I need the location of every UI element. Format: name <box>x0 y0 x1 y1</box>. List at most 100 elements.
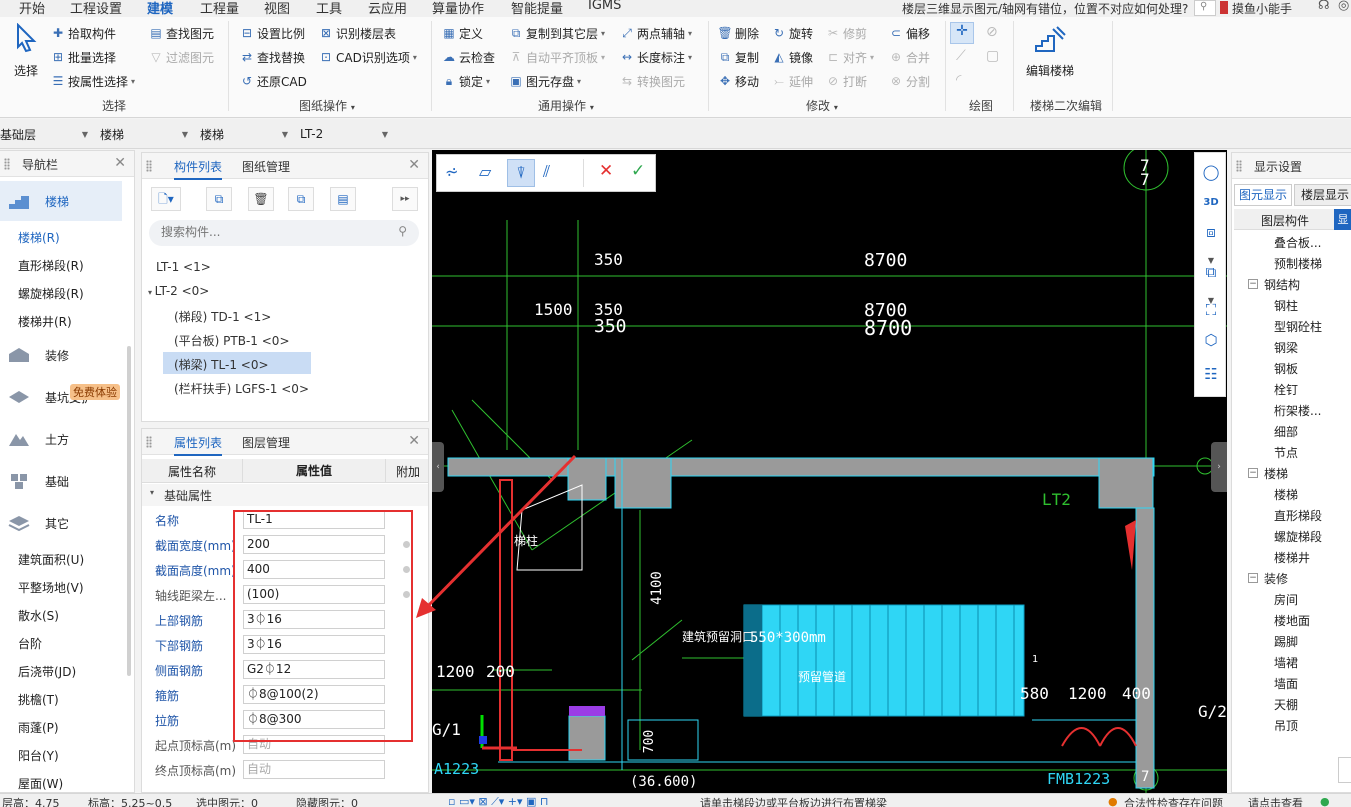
drag-handle[interactable] <box>146 436 152 448</box>
delete-button[interactable]: 🗑︎ 删除 <box>717 24 759 42</box>
status-check-link[interactable]: 请点击查看 <box>1248 795 1303 807</box>
nav-category-stairs[interactable]: 楼梯 <box>0 181 122 221</box>
copy-button[interactable]: ⧉ 复制 <box>718 48 759 66</box>
nav-item-building-area[interactable]: 建筑面积(U) <box>18 551 84 568</box>
nav-item-steps[interactable]: 台阶 <box>18 635 42 652</box>
nav-item-site-leveling[interactable]: 平整场地(V) <box>18 579 84 596</box>
category-select[interactable]: 楼梯 ▼ <box>100 125 192 143</box>
fit-view-icon[interactable]: ⛶ <box>1200 299 1222 321</box>
display-item[interactable]: 桁架楼... <box>1274 402 1321 419</box>
auto-align-top-button[interactable]: ⊼ 自动平齐顶板 ▾ <box>509 48 605 66</box>
trash-icon[interactable]: 🗑︎ <box>248 187 274 211</box>
nav-item-straight-flight[interactable]: 直形梯段(R) <box>18 257 84 274</box>
restore-cad-button[interactable]: ↺ 还原CAD <box>240 72 307 90</box>
rotate-view-icon[interactable]: ◯ <box>1200 161 1222 183</box>
snap-toolbar[interactable]: ▫ ▭▾ ⊠ ⟋▾ +▾ ▣ ⊓ <box>448 795 549 807</box>
section-basic[interactable]: ▾ 基础属性 <box>142 484 428 506</box>
collapse-icon[interactable]: − <box>1248 573 1258 583</box>
menu-tools[interactable]: 工具 <box>316 0 342 17</box>
headset-icon[interactable]: ☊ <box>1318 0 1330 13</box>
menu-quantity[interactable]: 工程量 <box>200 0 239 17</box>
display-item[interactable]: 墙裙 <box>1274 654 1298 671</box>
new-component-icon[interactable]: 🗋︎▾ <box>151 187 181 211</box>
beam-icon[interactable]: ⍒ <box>507 159 535 187</box>
convert-element-button[interactable]: ⇆ 转换图元 <box>620 72 685 90</box>
nav-scrollbar[interactable] <box>127 346 131 676</box>
cube-icon[interactable]: ⧈ <box>1200 221 1222 243</box>
display-item[interactable]: 楼地面 <box>1274 612 1310 629</box>
display-group-item[interactable]: 装修 <box>1264 570 1288 587</box>
tree-item-expander[interactable]: ▾ LT-2 <0> <box>148 284 209 298</box>
line-draw-icon[interactable]: ⟋ <box>956 48 966 64</box>
menu-project-settings[interactable]: 工程设置 <box>70 0 122 17</box>
nav-item-stairs[interactable]: 楼梯(R) <box>18 229 60 246</box>
search-component-field[interactable]: ⚲ <box>149 220 419 246</box>
find-replace-button[interactable]: ⇄ 查找替换 <box>240 48 305 66</box>
rotate-button[interactable]: ↻ 旋转 <box>772 24 813 42</box>
display-item[interactable]: 钢柱 <box>1274 297 1298 314</box>
tree-item[interactable]: (平台板) PTB-1 <0> <box>174 332 290 349</box>
tab-element-display[interactable]: 图元显示 <box>1234 184 1292 206</box>
display-item[interactable]: 预制楼梯 <box>1274 255 1322 272</box>
display-item[interactable]: 踢脚 <box>1274 633 1298 650</box>
display-item[interactable]: 直形梯段 <box>1274 507 1322 524</box>
collapse-icon[interactable]: − <box>1248 279 1258 289</box>
display-item[interactable]: 栓钉 <box>1274 381 1298 398</box>
nav-category-earth[interactable]: 土方 <box>0 419 122 459</box>
point-draw-icon[interactable]: ✛ <box>950 22 974 44</box>
type-select[interactable]: 楼梯 ▼ <box>200 125 292 143</box>
cancel-icon[interactable]: ✕ <box>599 161 613 181</box>
identify-floor-table-button[interactable]: ⊠ 识别楼层表 <box>319 24 396 42</box>
display-item[interactable]: 天棚 <box>1274 696 1298 713</box>
display-item[interactable]: 细部 <box>1274 423 1298 440</box>
trim-button[interactable]: ✂ 修剪 <box>826 24 867 42</box>
display-item[interactable]: 叠合板... <box>1274 234 1321 251</box>
display-group-item[interactable]: 楼梯 <box>1264 465 1288 482</box>
property-value-field[interactable]: 自动 <box>243 760 385 779</box>
tab-layer-manage[interactable]: 图层管理 <box>242 434 290 451</box>
nav-category-decoration[interactable]: 装修 <box>0 335 122 375</box>
close-icon[interactable]: ✕ <box>114 155 126 171</box>
circle-draw-icon[interactable]: ⊘ <box>986 24 998 40</box>
menu-smart[interactable]: 智能提量 <box>511 0 563 17</box>
nav-item-canopy[interactable]: 雨蓬(P) <box>18 719 59 736</box>
menu-collab[interactable]: 算量协作 <box>432 0 484 17</box>
tree-item-selected[interactable]: (梯梁) TL-1 <0> <box>174 356 269 373</box>
two-point-axis-button[interactable]: ⤢ 两点辅轴 ▾ <box>620 24 692 42</box>
floor-select[interactable]: 基础层 ▼ <box>0 125 92 143</box>
menu-start[interactable]: 开始 <box>19 0 45 17</box>
menu-cloud[interactable]: 云应用 <box>368 0 407 17</box>
display-item[interactable]: 楼梯井 <box>1274 549 1310 566</box>
pick-component-button[interactable]: ✚ 拾取构件 <box>51 24 116 42</box>
extend-button[interactable]: ⤚ 延伸 <box>772 72 813 90</box>
helper-name[interactable]: 摸鱼小能手 <box>1232 0 1292 17</box>
search-component-input[interactable] <box>161 225 381 239</box>
collapse-right-handle[interactable]: › <box>1211 442 1227 492</box>
platform-icon[interactable]: ▱ <box>479 162 491 181</box>
tree-item[interactable]: (栏杆扶手) LGFS-1 <0> <box>174 380 309 397</box>
display-item[interactable]: 墙面 <box>1274 675 1298 692</box>
copy-to-floor-button[interactable]: ⧉ 复制到其它层 ▾ <box>509 24 605 42</box>
mirror-button[interactable]: ◭ 镜像 <box>772 48 813 66</box>
nav-category-other[interactable]: 其它 <box>0 503 122 543</box>
cad-options-button[interactable]: ⊡ CAD识别选项 ▾ <box>319 48 417 66</box>
3d-view-icon[interactable]: 3D <box>1200 191 1222 213</box>
merge-button[interactable]: ⊕ 合并 <box>889 48 930 66</box>
display-item[interactable]: 吊顶 <box>1274 717 1298 734</box>
batch-select-button[interactable]: ⊞ 批量选择 <box>51 48 116 66</box>
save-element-button[interactable]: ▣ 图元存盘 ▾ <box>509 72 581 90</box>
menu-modeling[interactable]: 建模 <box>147 0 173 17</box>
tab-property-list[interactable]: 属性列表 <box>174 434 223 456</box>
isolate-icon[interactable]: ⬡ <box>1200 329 1222 351</box>
filter-element-button[interactable]: ▽ 过滤图元 <box>149 48 214 66</box>
find-element-button[interactable]: ▤ 查找图元 <box>149 24 214 42</box>
menu-igms[interactable]: IGMS <box>588 0 621 13</box>
drag-handle[interactable] <box>4 158 10 170</box>
define-button[interactable]: ▦ 定义 <box>442 24 483 42</box>
drag-handle[interactable] <box>1236 160 1242 172</box>
cloud-check-button[interactable]: ☁ 云检查 <box>442 48 495 66</box>
select-by-attr-button[interactable]: ☰ 按属性选择 ▾ <box>51 72 135 90</box>
display-item[interactable]: 房间 <box>1274 591 1298 608</box>
display-panel-button[interactable] <box>1338 757 1351 783</box>
select-tool[interactable]: 选择 <box>8 22 44 83</box>
